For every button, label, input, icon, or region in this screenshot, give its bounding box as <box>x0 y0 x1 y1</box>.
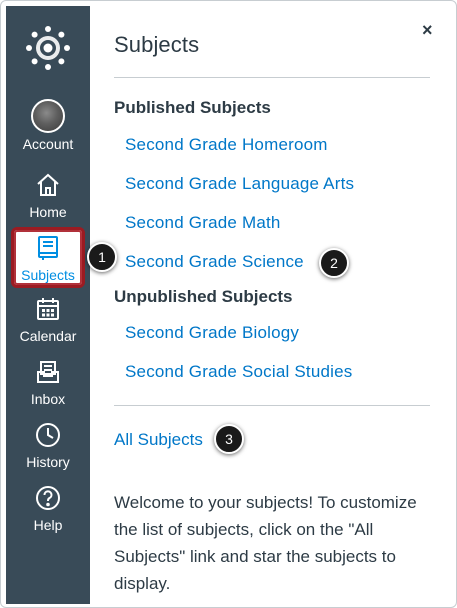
app-frame: Account Home Subjects Calendar Inbox His… <box>0 0 457 608</box>
nav-item-label: Calendar <box>19 328 77 344</box>
callout-badge-2: 2 <box>319 248 349 278</box>
nav-item-label: Inbox <box>30 391 66 407</box>
canvas-logo-icon[interactable] <box>6 24 90 80</box>
subject-link-biology[interactable]: Second Grade Biology <box>125 323 299 343</box>
all-subjects-link[interactable]: All Subjects <box>114 430 203 450</box>
nav-item-history[interactable]: History <box>6 419 90 479</box>
nav-item-label: Home <box>29 204 67 220</box>
nav-item-label: History <box>26 454 70 470</box>
clock-icon <box>32 419 64 451</box>
inbox-icon <box>32 356 64 388</box>
nav-item-label: Help <box>33 517 63 533</box>
nav-item-account[interactable]: Account <box>6 98 90 158</box>
nav-item-help[interactable]: Help <box>6 482 90 542</box>
subjects-tray: Subjects × Published Subjects Second Gra… <box>90 6 453 604</box>
help-icon <box>32 482 64 514</box>
subject-link-social-studies[interactable]: Second Grade Social Studies <box>125 362 352 382</box>
nav-item-label: Subjects <box>21 267 75 283</box>
callout-badge-1: 1 <box>87 242 117 272</box>
subject-link-science[interactable]: Second Grade Science <box>125 252 304 272</box>
nav-item-calendar[interactable]: Calendar <box>6 293 90 353</box>
book-icon <box>32 232 64 264</box>
callout-badge-3: 3 <box>214 424 244 454</box>
divider <box>114 77 430 78</box>
close-icon[interactable]: × <box>422 20 433 41</box>
avatar <box>31 99 65 133</box>
unpublished-heading: Unpublished Subjects <box>114 287 293 306</box>
welcome-text: Welcome to your subjects! To customize t… <box>114 493 417 593</box>
subject-link-language-arts[interactable]: Second Grade Language Arts <box>125 174 354 194</box>
home-icon <box>32 169 64 201</box>
nav-item-home[interactable]: Home <box>6 169 90 229</box>
global-nav: Account Home Subjects Calendar Inbox His… <box>6 6 90 604</box>
subject-link-homeroom[interactable]: Second Grade Homeroom <box>125 135 328 155</box>
nav-item-label: Account <box>22 136 74 152</box>
nav-item-inbox[interactable]: Inbox <box>6 356 90 416</box>
nav-item-subjects[interactable]: Subjects <box>11 227 85 288</box>
divider <box>114 405 430 406</box>
calendar-icon <box>32 293 64 325</box>
subject-link-math[interactable]: Second Grade Math <box>125 213 281 233</box>
tray-title: Subjects <box>114 32 200 57</box>
published-heading: Published Subjects <box>114 98 271 117</box>
